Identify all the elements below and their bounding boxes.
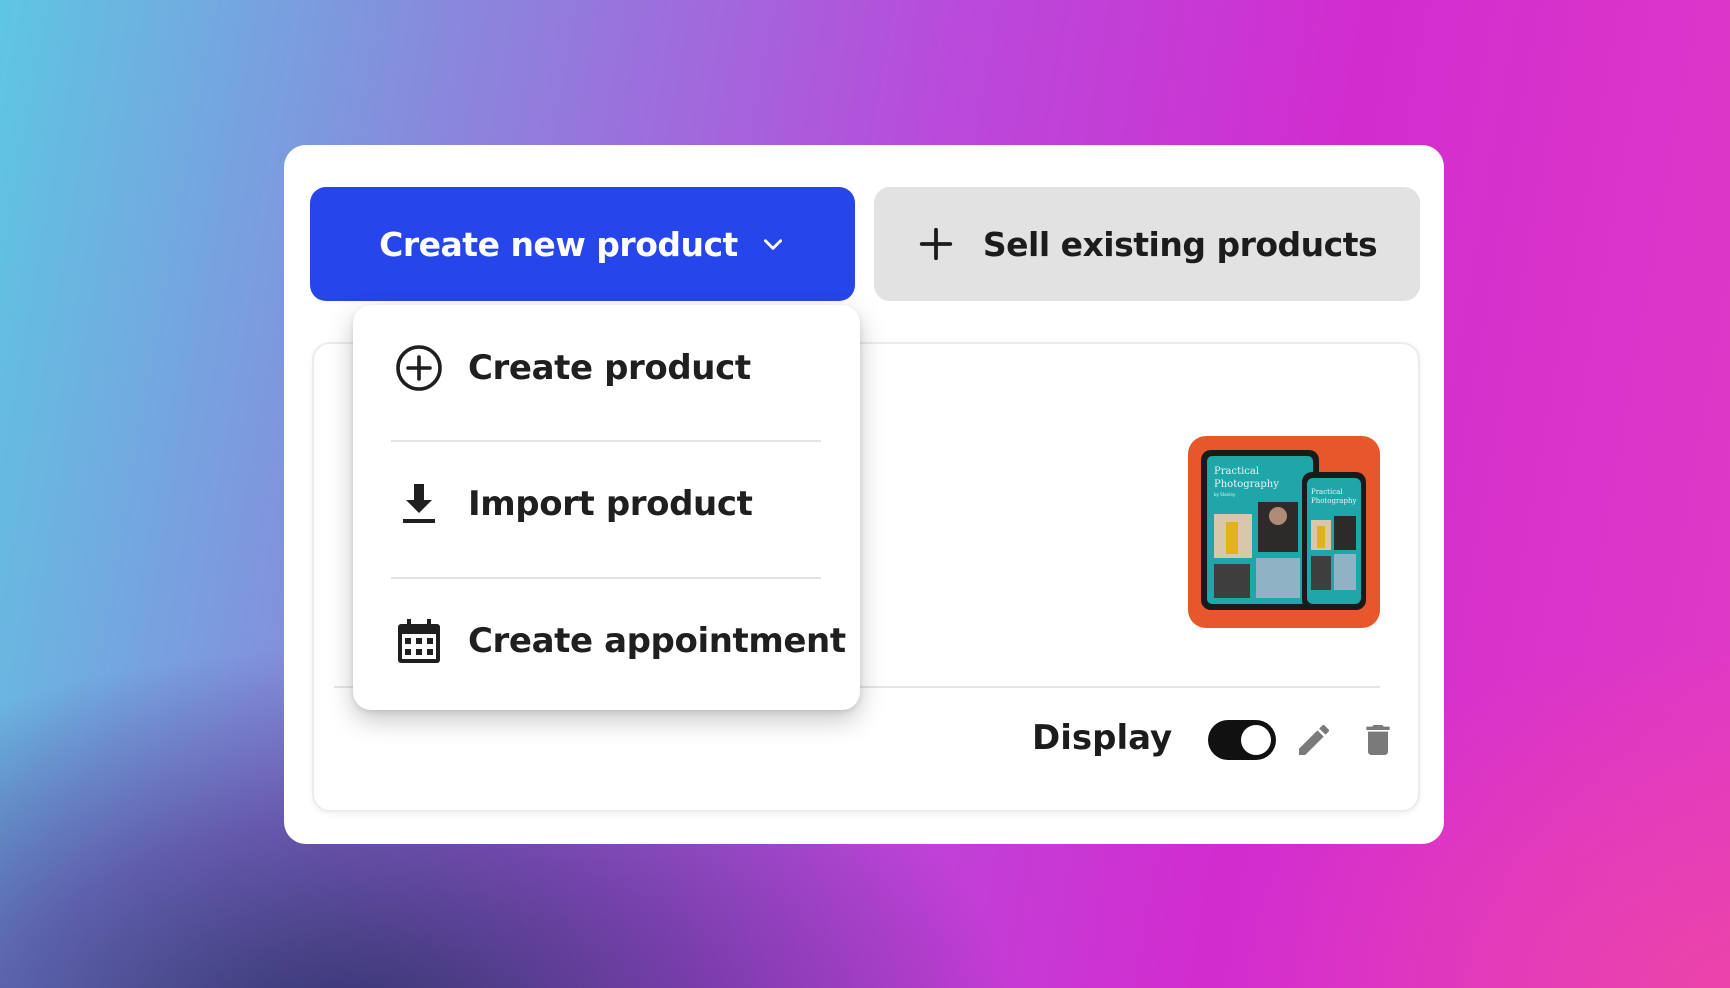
menu-divider bbox=[391, 440, 821, 442]
menu-item-create-product[interactable]: Create product bbox=[353, 308, 860, 428]
plus-circle-icon bbox=[396, 345, 442, 391]
menu-item-label: Create product bbox=[468, 348, 751, 388]
plus-icon bbox=[919, 227, 953, 261]
product-thumbnail[interactable]: Practical Photography by Stanley Practic… bbox=[1188, 436, 1380, 628]
sell-existing-products-label: Sell existing products bbox=[982, 224, 1378, 264]
create-new-product-label: Create new product bbox=[379, 224, 738, 264]
menu-item-label: Import product bbox=[468, 484, 753, 524]
svg-text:Practical: Practical bbox=[1311, 488, 1343, 496]
product-thumbnail-image: Practical Photography by Stanley Practic… bbox=[1201, 450, 1366, 610]
calendar-icon bbox=[398, 619, 440, 663]
download-icon bbox=[403, 484, 435, 523]
create-new-product-button[interactable]: Create new product bbox=[310, 187, 855, 301]
svg-text:Practical: Practical bbox=[1214, 466, 1259, 477]
toggle-knob bbox=[1241, 725, 1271, 755]
trash-icon[interactable] bbox=[1358, 720, 1398, 760]
display-label: Display bbox=[1032, 718, 1173, 758]
svg-text:Photography: Photography bbox=[1214, 479, 1279, 490]
menu-item-import-product[interactable]: Import product bbox=[353, 444, 860, 564]
menu-item-create-appointment[interactable]: Create appointment bbox=[353, 581, 860, 701]
svg-text:Photography: Photography bbox=[1311, 497, 1356, 505]
menu-item-label: Create appointment bbox=[468, 621, 846, 661]
display-toggle[interactable] bbox=[1208, 720, 1276, 760]
product-panel: Create new product Sell existing product… bbox=[284, 145, 1444, 844]
pencil-icon[interactable] bbox=[1294, 720, 1334, 760]
menu-divider bbox=[391, 577, 821, 579]
create-dropdown-menu: Create product Import product Create app… bbox=[353, 305, 860, 710]
svg-text:by Stanley: by Stanley bbox=[1214, 492, 1236, 497]
chevron-down-icon bbox=[763, 239, 782, 250]
sell-existing-products-button[interactable]: Sell existing products bbox=[874, 187, 1420, 301]
